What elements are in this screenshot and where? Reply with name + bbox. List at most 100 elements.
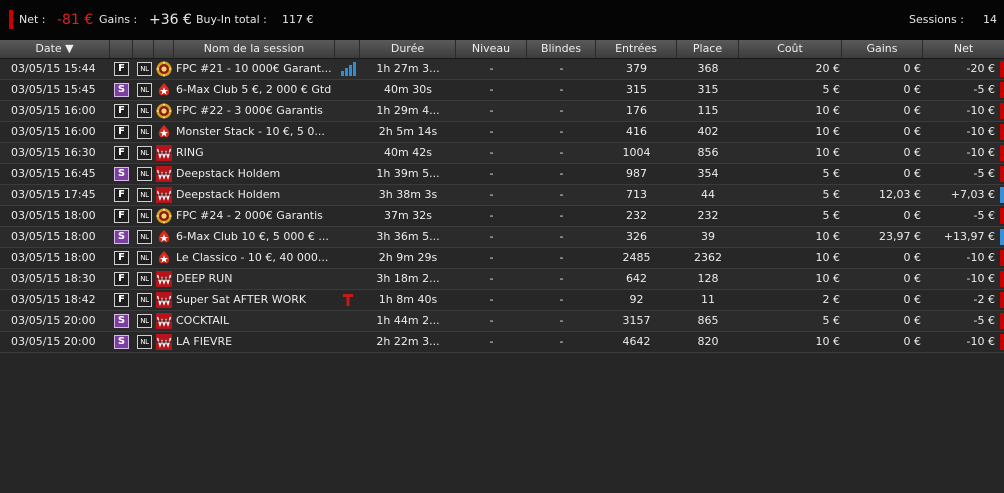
cell-blindes: -	[559, 230, 564, 243]
column-cout[interactable]: Coût	[739, 40, 842, 58]
cell-cout: 5 €	[822, 188, 841, 201]
column-room[interactable]	[154, 40, 174, 58]
table-row[interactable]: 03/05/15 17:45 F NL Deepstack Holdem 3h …	[0, 185, 1004, 206]
cell-date: 03/05/15 18:00	[11, 209, 96, 222]
cell-gains: 0 €	[903, 83, 922, 96]
cell-niveau: -	[489, 272, 494, 285]
cell-place: 128	[697, 272, 719, 285]
cell-date: 03/05/15 16:45	[11, 167, 96, 180]
cell-duree: 40m 30s	[384, 83, 432, 96]
cell-entrees: 379	[626, 62, 647, 75]
ticket-icon	[343, 293, 353, 310]
fpc-icon	[156, 208, 172, 224]
cell-blindes: -	[559, 104, 564, 117]
column-type[interactable]	[110, 40, 133, 58]
winamax-icon	[156, 166, 172, 182]
cell-cout: 10 €	[815, 230, 841, 243]
cell-place: 856	[697, 146, 719, 159]
type-badge: S	[114, 230, 129, 244]
table-row[interactable]: 03/05/15 15:45 S NL 6-Max Club 5 €, 2 00…	[0, 80, 1004, 101]
cell-session-name: DEEP RUN	[176, 272, 233, 285]
net-indicator	[1000, 208, 1004, 224]
table-row[interactable]: 03/05/15 20:00 S NL COCKTAIL 1h 44m 2...…	[0, 311, 1004, 332]
cell-blindes: -	[559, 62, 564, 75]
net-indicator	[1000, 82, 1004, 98]
cell-entrees: 1004	[622, 146, 651, 159]
winamax-icon	[156, 313, 172, 329]
table-row[interactable]: 03/05/15 16:30 F NL RING 40m 42s - - 100…	[0, 143, 1004, 164]
cell-session-name: 6-Max Club 5 €, 2 000 € Gtd	[176, 83, 332, 96]
fpc-icon	[156, 61, 172, 77]
cell-session-name: Deepstack Holdem	[176, 188, 281, 201]
net-indicator	[1000, 313, 1004, 329]
cell-date: 03/05/15 18:00	[11, 251, 96, 264]
cell-gains: 0 €	[903, 104, 922, 117]
cell-entrees: 92	[629, 293, 644, 306]
game-badge: NL	[137, 188, 152, 202]
column-blindes[interactable]: Blindes	[527, 40, 596, 58]
table-row[interactable]: 03/05/15 15:44 F NL FPC #21 - 10 000€ Ga…	[0, 59, 1004, 80]
cell-blindes: -	[559, 335, 564, 348]
cell-session-name: RING	[176, 146, 204, 159]
cell-blindes: -	[559, 293, 564, 306]
game-badge: NL	[137, 125, 152, 139]
cell-niveau: -	[489, 293, 494, 306]
column-entrees[interactable]: Entrées	[596, 40, 677, 58]
cell-date: 03/05/15 17:45	[11, 188, 96, 201]
table-row[interactable]: 03/05/15 16:00 F NL FPC #22 - 3 000€ Gar…	[0, 101, 1004, 122]
cell-entrees: 713	[626, 188, 647, 201]
table-row[interactable]: 03/05/15 18:30 F NL DEEP RUN 3h 18m 2...…	[0, 269, 1004, 290]
game-badge: NL	[137, 293, 152, 307]
table-row[interactable]: 03/05/15 20:00 S NL LA FIEVRE 2h 22m 3..…	[0, 332, 1004, 353]
cell-niveau: -	[489, 125, 494, 138]
cell-date: 03/05/15 16:00	[11, 125, 96, 138]
cell-date: 03/05/15 18:42	[11, 293, 96, 306]
cell-cout: 2 €	[822, 293, 841, 306]
cell-niveau: -	[489, 62, 494, 75]
net-indicator	[1000, 334, 1004, 350]
winamax-icon	[156, 271, 172, 287]
table-row[interactable]: 03/05/15 18:00 F NL FPC #24 - 2 000€ Gar…	[0, 206, 1004, 227]
table-row[interactable]: 03/05/15 16:45 S NL Deepstack Holdem 1h …	[0, 164, 1004, 185]
sessions-label: Sessions :	[909, 13, 964, 26]
column-gains[interactable]: Gains	[842, 40, 923, 58]
cell-niveau: -	[489, 335, 494, 348]
cell-entrees: 3157	[622, 314, 651, 327]
type-badge: F	[114, 146, 129, 160]
cell-niveau: -	[489, 314, 494, 327]
cell-place: 11	[701, 293, 715, 306]
cell-gains: 0 €	[903, 167, 922, 180]
column-extra[interactable]	[335, 40, 360, 58]
cell-niveau: -	[489, 209, 494, 222]
column-place[interactable]: Place	[677, 40, 739, 58]
column-duree[interactable]: Durée	[360, 40, 456, 58]
cell-duree: 3h 38m 3s	[378, 188, 438, 201]
net-indicator	[9, 10, 13, 29]
cell-blindes: -	[559, 314, 564, 327]
cell-session-name: FPC #21 - 10 000€ Garant...	[176, 62, 332, 75]
type-badge: S	[114, 335, 129, 349]
column-net[interactable]: Net	[923, 40, 1004, 58]
cell-net: -10 €	[966, 335, 995, 348]
table-row[interactable]: 03/05/15 16:00 F NL Monster Stack - 10 €…	[0, 122, 1004, 143]
column-session-name[interactable]: Nom de la session	[174, 40, 335, 58]
game-badge: NL	[137, 314, 152, 328]
cell-place: 115	[697, 104, 719, 117]
column-game[interactable]	[133, 40, 154, 58]
cell-niveau: -	[489, 104, 494, 117]
cell-blindes: -	[559, 251, 564, 264]
table-row[interactable]: 03/05/15 18:42 F NL Super Sat AFTER WORK…	[0, 290, 1004, 311]
net-indicator	[1000, 124, 1004, 140]
net-indicator	[1000, 229, 1004, 245]
cell-gains: 0 €	[903, 314, 922, 327]
column-niveau[interactable]: Niveau	[456, 40, 527, 58]
cell-entrees: 176	[626, 104, 647, 117]
table-row[interactable]: 03/05/15 18:00 S NL 6-Max Club 10 €, 5 0…	[0, 227, 1004, 248]
cell-place: 315	[697, 83, 719, 96]
cell-blindes: -	[559, 209, 564, 222]
type-badge: F	[114, 272, 129, 286]
column-date[interactable]: Date ▼	[0, 40, 110, 58]
table-row[interactable]: 03/05/15 18:00 F NL Le Classico - 10 €, …	[0, 248, 1004, 269]
net-indicator	[1000, 103, 1004, 119]
cell-net: -5 €	[973, 167, 995, 180]
